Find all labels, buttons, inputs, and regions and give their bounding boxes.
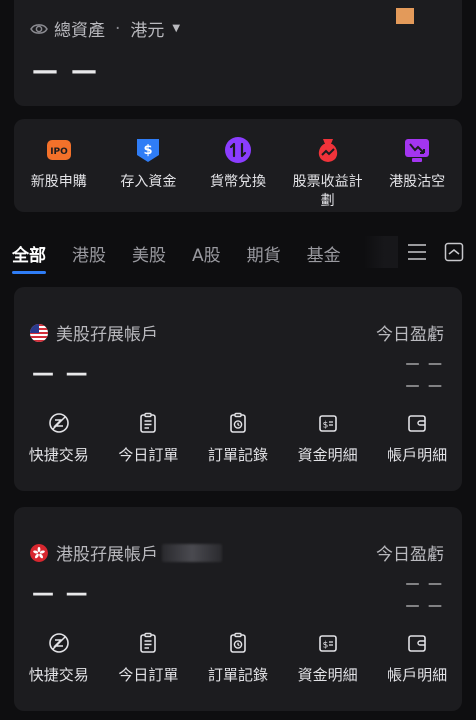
asset-label: 總資產 — [54, 21, 105, 41]
quick-trade-icon — [48, 413, 69, 433]
fund-details-button[interactable]: $ 資金明細 — [283, 412, 373, 465]
tab-futures[interactable]: 期貨 — [247, 236, 281, 266]
account-name: 美股孖展帳戶 — [56, 325, 158, 345]
collapse-icon[interactable] — [444, 242, 464, 266]
hk-margin-account-card[interactable]: 港股孖展帳戶 今日盈虧 — — — — — — 快捷交易 今日訂單 訂單記錄 $… — [14, 507, 462, 711]
promo-badge[interactable] — [396, 8, 414, 24]
tab-all[interactable]: 全部 — [12, 236, 46, 274]
asset-header[interactable]: 總資產 · 港元 ▼ — [30, 16, 180, 41]
wallet-icon — [408, 635, 426, 652]
today-pl-values: — — — — — [406, 573, 444, 617]
tab-us-stocks[interactable]: 美股 — [132, 236, 166, 266]
quick-trade-button[interactable]: 快捷交易 — [14, 412, 104, 465]
menu-icon[interactable] — [406, 242, 428, 266]
asset-value: — — — [32, 56, 100, 86]
action-label: 今日訂單 — [118, 666, 179, 684]
account-details-button[interactable]: 帳戶明細 — [372, 632, 462, 685]
tab-hk-stocks[interactable]: 港股 — [72, 236, 106, 266]
separator: · — [115, 18, 121, 39]
account-details-button[interactable]: 帳戶明細 — [372, 412, 462, 465]
stock-yield-icon — [314, 136, 342, 164]
clipboard-icon — [140, 632, 157, 653]
short-sell-icon — [403, 136, 431, 164]
svg-text:$: $ — [322, 641, 328, 651]
masked-account-number — [162, 543, 222, 562]
quick-trade-icon — [48, 633, 69, 653]
fund-details-icon: $ — [318, 415, 337, 432]
action-label: 快捷交易 — [28, 446, 89, 464]
action-label: 帳戶明細 — [387, 446, 448, 464]
today-pl-amount: — — — [405, 356, 444, 372]
action-label: 訂單記錄 — [207, 666, 268, 684]
action-label: 股票收益計劃 — [292, 174, 363, 209]
tab-funds[interactable]: 基金 — [307, 236, 341, 266]
quick-trade-button[interactable]: 快捷交易 — [14, 632, 104, 685]
fund-details-icon: $ — [318, 635, 337, 652]
ipo-icon: IPO — [45, 136, 73, 164]
eye-icon[interactable] — [30, 22, 48, 36]
caret-down-icon[interactable]: ▼ — [172, 23, 180, 34]
us-flag-icon — [30, 323, 48, 342]
today-pl-percent: — — — [405, 378, 444, 394]
order-history-button[interactable]: 訂單記錄 — [193, 632, 283, 685]
quick-actions-card: IPO 新股申購 $ 存入資金 貨幣兌換 股票收益計劃 港股沽空 — [14, 119, 462, 212]
hk-flag-icon — [30, 543, 48, 562]
account-actions: 快捷交易 今日訂單 訂單記錄 $ 資金明細 帳戶明細 — [14, 412, 462, 465]
currency-exchange-button[interactable]: 貨幣兌換 — [193, 119, 283, 212]
today-pl-label: 今日盈虧 — [376, 545, 444, 565]
account-value: — — — [32, 361, 90, 386]
account-name: 港股孖展帳戶 — [56, 545, 158, 565]
account-header: 港股孖展帳戶 — [30, 540, 222, 565]
action-label: 貨幣兌換 — [209, 174, 266, 190]
today-pl-percent: — — — [405, 598, 444, 614]
order-history-button[interactable]: 訂單記錄 — [193, 412, 283, 465]
hk-short-sell-button[interactable]: 港股沽空 — [372, 119, 462, 212]
today-orders-button[interactable]: 今日訂單 — [104, 412, 194, 465]
action-label: 快捷交易 — [28, 666, 89, 684]
order-history-icon — [230, 412, 246, 433]
market-tabs: 全部 港股 美股 A股 期貨 基金 — [12, 236, 367, 274]
total-asset-card: 總資產 · 港元 ▼ — — — [14, 0, 462, 106]
action-label: 資金明細 — [297, 446, 358, 464]
action-label: 資金明細 — [297, 666, 358, 684]
action-label: 帳戶明細 — [387, 666, 448, 684]
action-label: 新股申購 — [30, 174, 87, 190]
tab-fade-overlay — [364, 236, 398, 268]
today-orders-button[interactable]: 今日訂單 — [104, 632, 194, 685]
currency-selector[interactable]: 港元 — [130, 16, 164, 41]
svg-text:$: $ — [322, 421, 328, 431]
today-pl-amount: — — — [405, 576, 444, 592]
us-margin-account-card[interactable]: 美股孖展帳戶 今日盈虧 — — — — — — 快捷交易 今日訂單 訂單記錄 $… — [14, 287, 462, 491]
ipo-subscription-button[interactable]: IPO 新股申購 — [14, 119, 104, 212]
svg-text:IPO: IPO — [50, 147, 68, 157]
action-label: 訂單記錄 — [207, 446, 268, 464]
action-label: 今日訂單 — [118, 446, 179, 464]
today-pl-label: 今日盈虧 — [376, 325, 444, 345]
stock-yield-plan-button[interactable]: 股票收益計劃 — [283, 119, 373, 212]
deposit-icon: $ — [134, 136, 162, 164]
order-history-icon — [230, 632, 246, 653]
deposit-button[interactable]: $ 存入資金 — [104, 119, 194, 212]
action-label: 港股沽空 — [389, 174, 446, 190]
svg-text:$: $ — [144, 143, 153, 158]
currency-exchange-icon — [224, 136, 252, 164]
wallet-icon — [408, 415, 426, 432]
today-pl-values: — — — — — [406, 353, 444, 397]
clipboard-icon — [140, 412, 157, 433]
tab-a-shares[interactable]: A股 — [192, 236, 221, 266]
action-label: 存入資金 — [120, 174, 177, 190]
account-value: — — — [32, 581, 90, 606]
account-header: 美股孖展帳戶 — [30, 320, 158, 345]
fund-details-button[interactable]: $ 資金明細 — [283, 632, 373, 685]
account-actions: 快捷交易 今日訂單 訂單記錄 $ 資金明細 帳戶明細 — [14, 632, 462, 685]
